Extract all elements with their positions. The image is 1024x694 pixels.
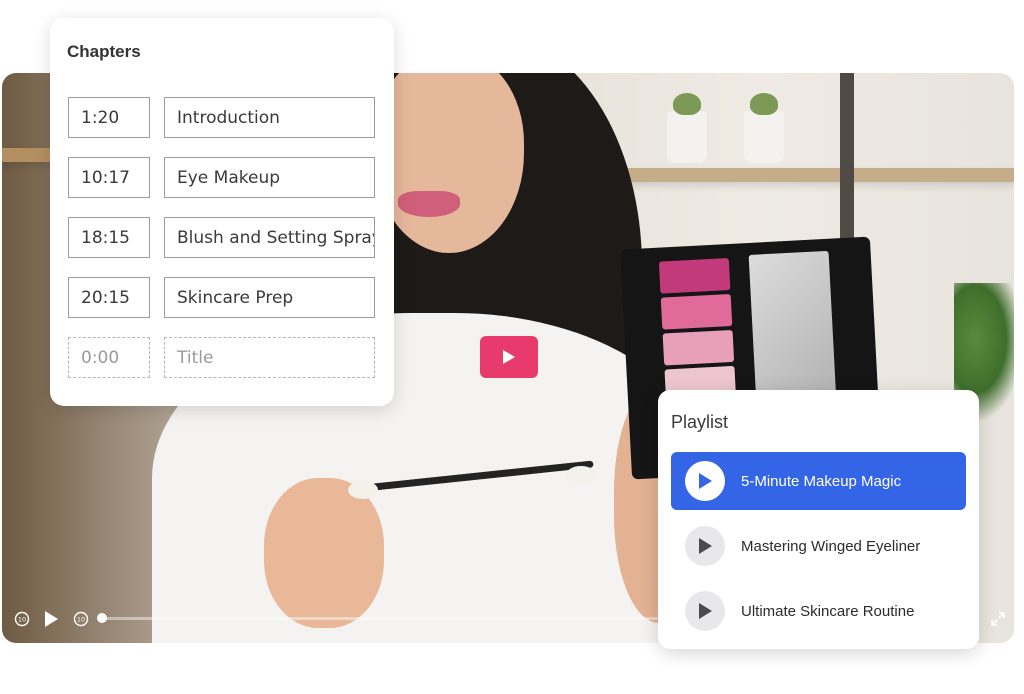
- chapter-title-input[interactable]: Eye Makeup: [164, 157, 375, 198]
- chapter-row: 1:20 Introduction: [68, 97, 376, 140]
- palette-pan: [660, 293, 733, 330]
- background-shelf: [592, 168, 1014, 182]
- chapter-title-input[interactable]: Skincare Prep: [164, 277, 375, 318]
- presenter-lips: [398, 191, 460, 217]
- playlist-item[interactable]: Mastering Winged Eyeliner: [671, 517, 966, 575]
- new-chapter-time-input[interactable]: 0:00: [68, 337, 150, 378]
- brush-tip: [348, 481, 378, 499]
- svg-text:10: 10: [18, 616, 26, 624]
- brush-tip: [566, 466, 596, 484]
- play-icon: [503, 350, 515, 364]
- play-icon: [685, 461, 725, 501]
- chapters-title: Chapters: [67, 42, 141, 61]
- play-icon: [685, 591, 725, 631]
- palette-pan: [658, 258, 731, 294]
- chapter-time-input[interactable]: 18:15: [68, 217, 150, 258]
- chapter-title-input[interactable]: Blush and Setting Spray: [164, 217, 375, 258]
- playlist-item-label: Mastering Winged Eyeliner: [741, 537, 921, 555]
- chapter-row: 18:15 Blush and Setting Spray: [68, 217, 376, 260]
- chapter-time-input[interactable]: 1:20: [68, 97, 150, 138]
- rewind-10-icon[interactable]: 10: [11, 608, 33, 630]
- chapter-title-input[interactable]: Introduction: [164, 97, 375, 138]
- chapter-row: 20:15 Skincare Prep: [68, 277, 376, 320]
- playlist-title: Playlist: [671, 412, 729, 432]
- progress-bar[interactable]: [97, 613, 658, 623]
- progress-handle[interactable]: [97, 613, 107, 623]
- chapter-time-input[interactable]: 10:17: [68, 157, 150, 198]
- playlist-item-active[interactable]: 5-Minute Makeup Magic: [671, 452, 966, 510]
- chapter-time-input[interactable]: 20:15: [68, 277, 150, 318]
- playlist-item-label: 5-Minute Makeup Magic: [741, 472, 902, 490]
- chapter-row: 10:17 Eye Makeup: [68, 157, 376, 200]
- play-button[interactable]: [480, 336, 538, 378]
- plant-pot: [744, 93, 784, 163]
- play-icon[interactable]: [40, 608, 62, 630]
- plant-pot: [667, 93, 707, 163]
- new-chapter-title-input[interactable]: Title: [164, 337, 375, 378]
- playlist-item[interactable]: Ultimate Skincare Routine: [671, 582, 966, 640]
- svg-text:10: 10: [77, 616, 85, 624]
- play-icon: [685, 526, 725, 566]
- fullscreen-icon[interactable]: [987, 608, 1009, 630]
- palette-pan: [662, 329, 735, 366]
- playlist-item-label: Ultimate Skincare Routine: [741, 602, 915, 620]
- forward-10-icon[interactable]: 10: [70, 608, 92, 630]
- new-chapter-row: 0:00 Title: [68, 337, 376, 380]
- chapters-panel: Chapters 1:20 Introduction 10:17 Eye Mak…: [50, 18, 394, 406]
- playlist-panel: Playlist 5-Minute Makeup Magic Mastering…: [658, 390, 979, 649]
